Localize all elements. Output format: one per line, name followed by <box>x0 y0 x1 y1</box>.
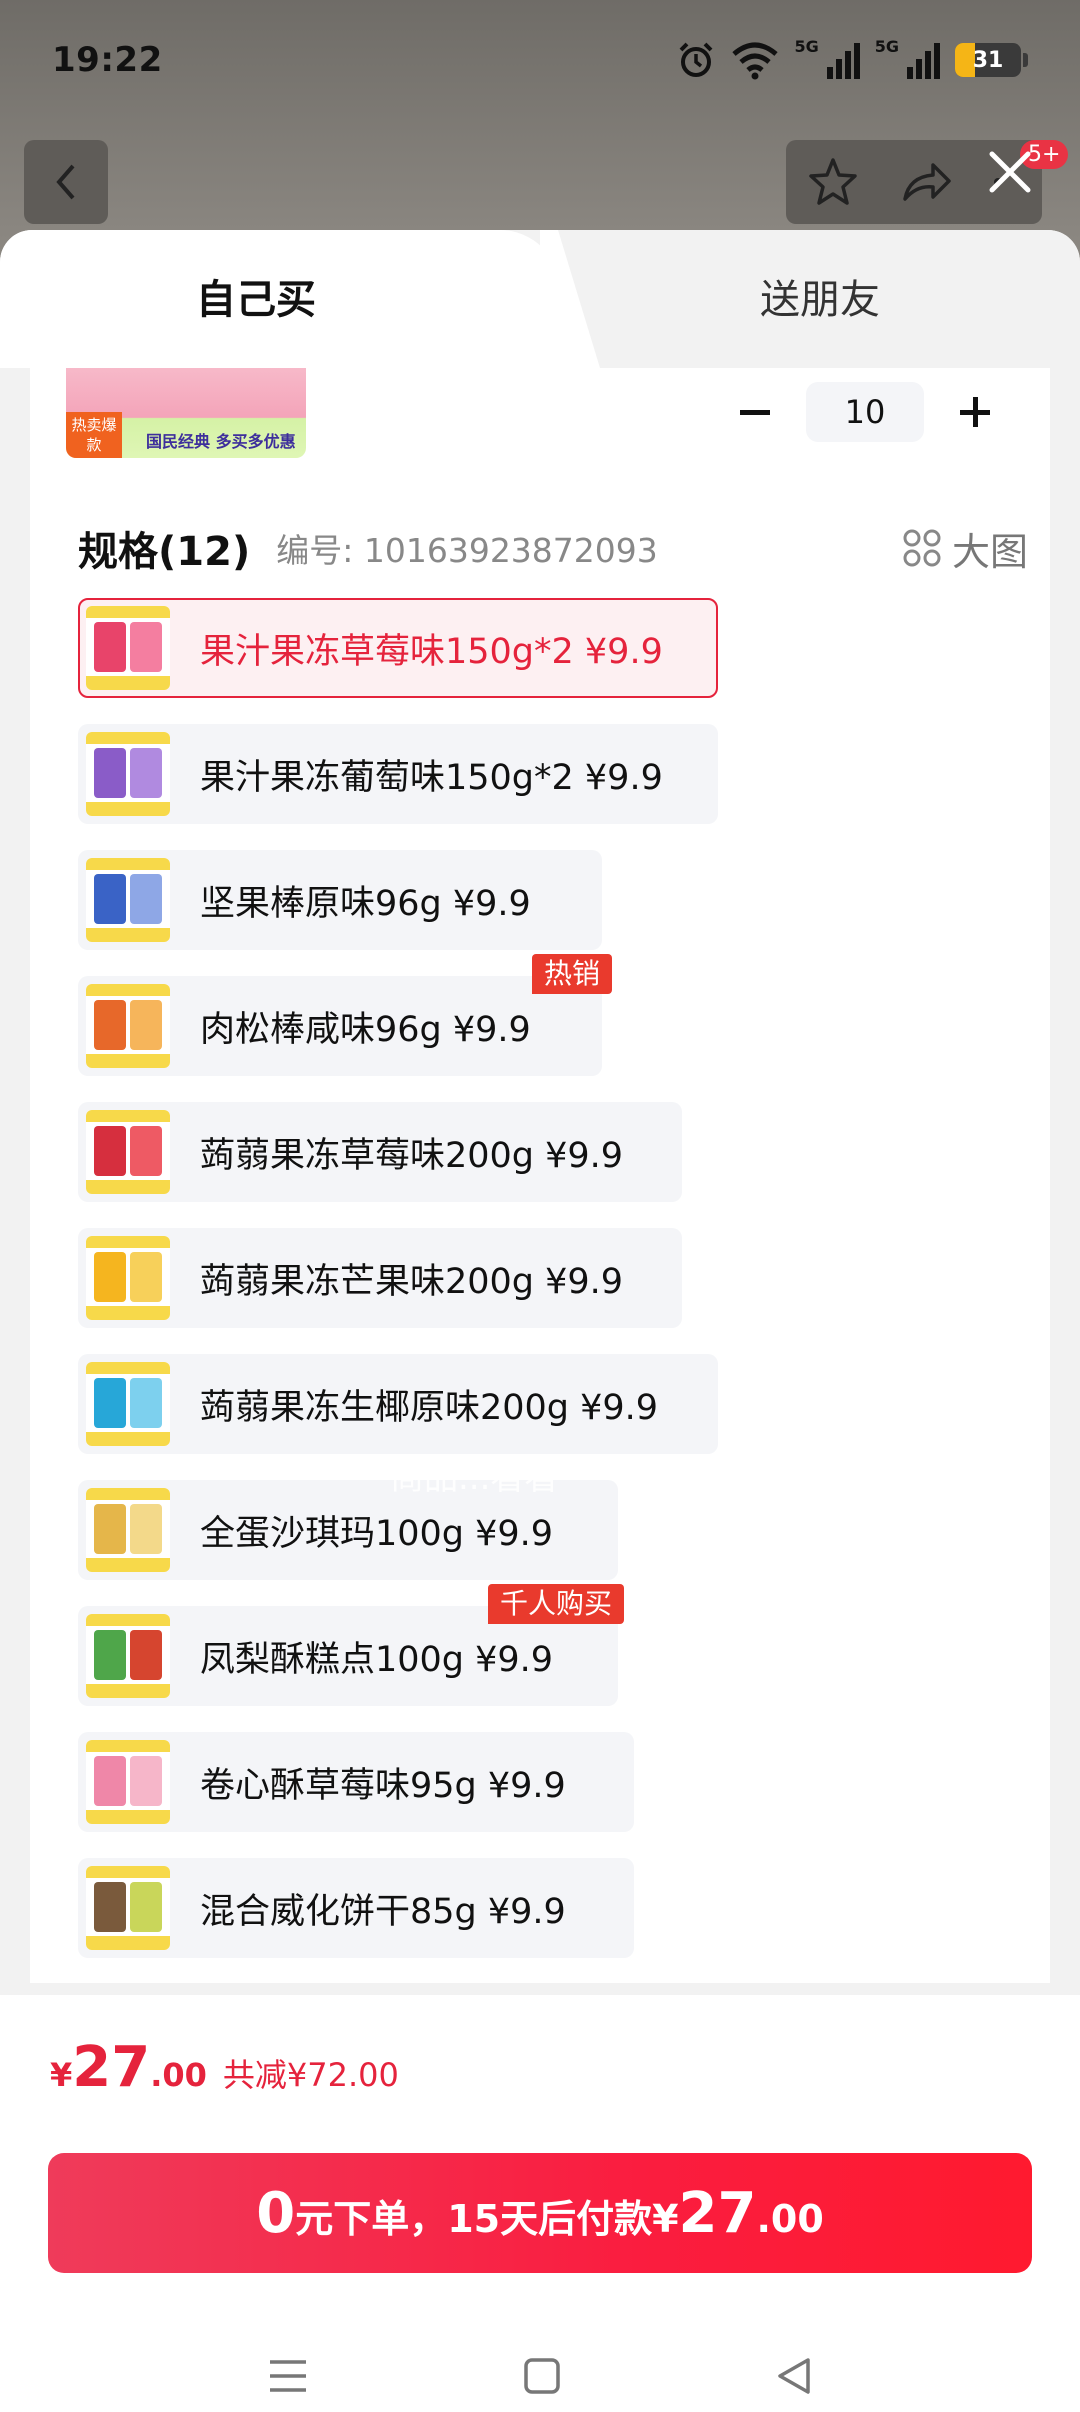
grid-icon <box>903 529 941 567</box>
spec-option-label: 果汁果冻葡萄味150g*2 ¥9.9 <box>200 757 663 798</box>
alarm-icon <box>680 42 713 77</box>
product-code: 编号: 10163923872093 <box>276 531 658 570</box>
spec-option[interactable]: 果汁果冻草莓味150g*2 ¥9.9 <box>78 598 718 698</box>
spec-option-tag: 热销 <box>532 954 613 994</box>
quantity-input[interactable]: 10 <box>806 382 924 442</box>
spec-option-label: 卷心酥草莓味95g ¥9.9 <box>200 1765 566 1806</box>
minus-icon <box>740 410 770 415</box>
spec-option[interactable]: 蒟蒻果冻芒果味200g ¥9.9 <box>78 1228 682 1328</box>
spec-option-label: 凤梨酥糕点100g ¥9.9 <box>200 1639 554 1680</box>
spec-header: 规格(12) 编号: 10163923872093 大图 <box>78 518 1028 578</box>
signal-icon-2 <box>907 43 940 79</box>
status-bar: 19:22 5G 5G 31 <box>0 0 1080 120</box>
quantity-stepper: 10 <box>720 382 1010 442</box>
hot-sale-label: 热卖爆款 <box>66 412 122 458</box>
network-type-1: 5G <box>794 36 819 56</box>
spec-option-thumbnail <box>86 732 170 816</box>
purchase-tabs: 自己买 送朋友 <box>0 230 1080 368</box>
status-time: 19:22 <box>52 40 163 80</box>
product-thumbnail[interactable]: 热卖爆款 国民经典 多买多优惠 <box>66 368 306 458</box>
menu-icon[interactable] <box>266 2356 310 2396</box>
decrease-button[interactable] <box>720 382 790 442</box>
system-nav-bar <box>0 2340 1080 2412</box>
spec-option[interactable]: 蒟蒻果冻草莓味200g ¥9.9 <box>78 1102 682 1202</box>
product-slogan: 国民经典 多买多优惠 <box>146 432 296 451</box>
sheet-content: 热卖爆款 国民经典 多买多优惠 10 规格(12) 编号: 1016392387… <box>30 368 1050 1983</box>
increase-button[interactable] <box>940 382 1010 442</box>
plus-icon <box>960 397 990 427</box>
spec-title: 规格(12) <box>78 529 251 575</box>
spec-option-thumbnail <box>86 1740 170 1824</box>
spec-option-thumbnail <box>86 606 170 690</box>
spec-option-label: 全蛋沙琪玛100g ¥9.9 <box>200 1513 554 1554</box>
wifi-icon <box>732 42 779 80</box>
spec-option-thumbnail <box>86 1866 170 1950</box>
spec-option[interactable]: 混合威化饼干85g ¥9.9 <box>78 1858 634 1958</box>
spec-option-thumbnail <box>86 984 170 1068</box>
purchase-sheet: 自己买 送朋友 热卖爆款 国民经典 多买多优惠 10 规格(12) 编号: 10… <box>0 230 1080 2412</box>
price-currency: ¥ <box>50 2056 73 2094</box>
spec-option-thumbnail <box>86 1110 170 1194</box>
spec-option-tag: 千人购买 <box>488 1584 625 1624</box>
spec-option-thumbnail <box>86 1614 170 1698</box>
spec-option-label: 蒟蒻果冻芒果味200g ¥9.9 <box>200 1261 624 1302</box>
spec-option[interactable]: 全蛋沙琪玛100g ¥9.9 <box>78 1480 618 1580</box>
pay-zero: 0 <box>256 2181 296 2246</box>
spec-option[interactable]: 坚果棒原味96g ¥9.9 <box>78 850 602 950</box>
spec-option[interactable]: 果汁果冻葡萄味150g*2 ¥9.9 <box>78 724 718 824</box>
big-image-label: 大图 <box>951 529 1028 574</box>
spec-option-label: 混合威化饼干85g ¥9.9 <box>200 1891 566 1932</box>
battery-icon: 31 <box>955 43 1021 77</box>
back-nav-icon[interactable] <box>774 2356 814 2396</box>
tab-friend[interactable]: 送朋友 <box>760 270 880 330</box>
spec-option-label: 坚果棒原味96g ¥9.9 <box>200 883 531 924</box>
share-icon[interactable] <box>899 155 953 209</box>
status-icons: 5G 5G 31 <box>676 36 1028 80</box>
price-summary: ¥ 27 .00 共减¥72.00 <box>0 1995 1080 2135</box>
pay-amount: 27 <box>678 2181 757 2246</box>
back-button[interactable] <box>24 140 108 224</box>
pay-decimal: .00 <box>756 2197 824 2241</box>
network-type-2: 5G <box>874 36 899 56</box>
spec-option-label: 蒟蒻果冻生椰原味200g ¥9.9 <box>200 1387 659 1428</box>
home-icon[interactable] <box>522 2356 562 2396</box>
price-savings: 共减¥72.00 <box>222 2056 399 2094</box>
spec-option[interactable]: 卷心酥草莓味95g ¥9.9 <box>78 1732 634 1832</box>
spec-option-thumbnail <box>86 1236 170 1320</box>
pay-text: 元下单，15天后付款¥ <box>295 2197 679 2241</box>
star-icon[interactable] <box>806 155 860 209</box>
tab-self[interactable]: 自己买 <box>196 270 316 330</box>
spec-option-thumbnail <box>86 1488 170 1572</box>
chevron-left-icon <box>56 164 75 200</box>
pay-later-button[interactable]: 0 元下单，15天后付款¥ 27 .00 <box>48 2153 1032 2273</box>
spec-option[interactable]: 蒟蒻果冻生椰原味200g ¥9.9 <box>78 1354 718 1454</box>
price-decimal: .00 <box>150 2056 207 2094</box>
close-icon[interactable] <box>980 142 1040 202</box>
price-integer: 27 <box>72 2035 151 2100</box>
signal-icon-1 <box>826 43 860 79</box>
battery-level: 31 <box>972 47 1004 73</box>
spec-option-thumbnail <box>86 858 170 942</box>
spec-option[interactable]: 肉松棒咸味96g ¥9.9 <box>78 976 602 1076</box>
spec-option-label: 蒟蒻果冻草莓味200g ¥9.9 <box>200 1135 624 1176</box>
spec-option-label: 肉松棒咸味96g ¥9.9 <box>200 1009 531 1050</box>
spec-option-label: 果汁果冻草莓味150g*2 ¥9.9 <box>200 631 663 672</box>
battery-tip <box>1023 53 1028 67</box>
big-image-button[interactable]: 大图 <box>902 521 1028 576</box>
spec-option-thumbnail <box>86 1362 170 1446</box>
